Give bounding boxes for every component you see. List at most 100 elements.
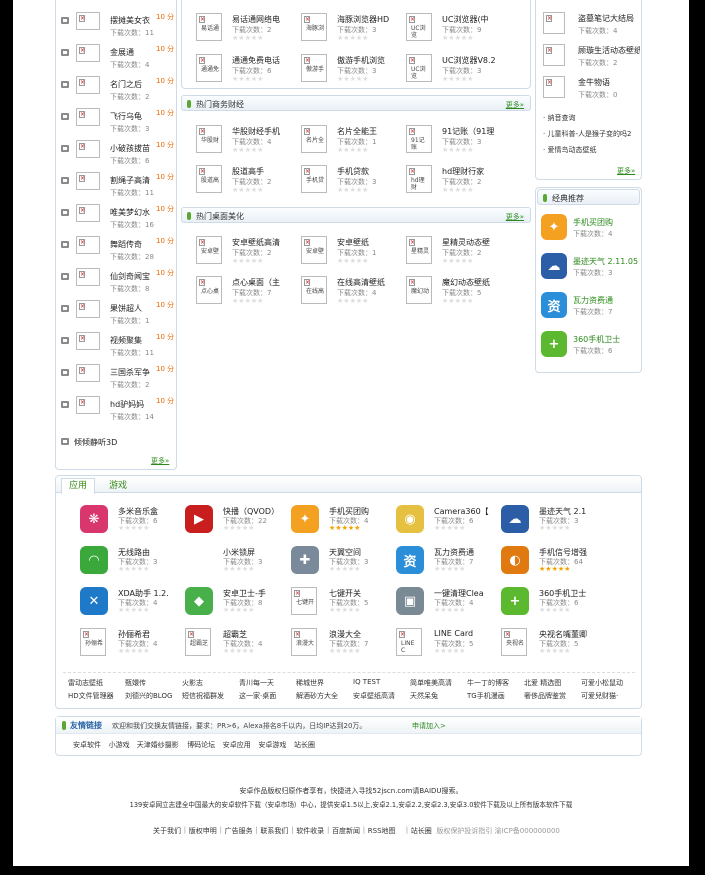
app-thumbnail[interactable]: × [76, 364, 100, 382]
app-thumbnail[interactable]: × 点心桌 [196, 276, 222, 304]
friend-link[interactable]: 站长圈 [294, 740, 315, 750]
right-link[interactable]: · 儿童科普-人是猴子变的吗2 [543, 129, 639, 139]
app-thumbnail[interactable]: × [76, 12, 100, 30]
app-thumbnail[interactable]: × hd理财 [406, 165, 432, 193]
app-thumbnail[interactable]: × 安卓壁 [301, 236, 327, 264]
app-name[interactable]: 名门之后 [110, 79, 156, 90]
app-thumbnail[interactable]: × [76, 300, 100, 318]
app-name[interactable]: 名片全能王 [337, 126, 409, 137]
app-icon[interactable]: ❋ [80, 505, 108, 533]
app-name[interactable]: LINE Card [434, 629, 500, 638]
app-name[interactable]: 91记账（91理 [442, 126, 514, 137]
tab-games[interactable]: 游戏 [101, 479, 135, 493]
app-thumbnail[interactable]: × 手机贷 [301, 165, 327, 193]
friend-link[interactable]: 安卓应用 [223, 740, 251, 750]
app-name[interactable]: 飞行乌龟 [110, 111, 156, 122]
tag-link[interactable]: 安卓壁纸高清 [353, 691, 409, 701]
friend-link[interactable]: 博码论坛 [187, 740, 215, 750]
app-thumbnail[interactable]: × 安卓壁 [196, 236, 222, 264]
app-name[interactable]: 金展通 [110, 47, 156, 58]
app-name[interactable]: 金牛物语 [578, 77, 640, 88]
tag-link[interactable]: 牛一丁的博客 [467, 678, 523, 688]
app-name[interactable]: 安卓壁纸 [337, 237, 409, 248]
tag-link[interactable]: 奢侈品牌鉴赏 [524, 691, 580, 701]
app-name[interactable]: 果饼超人 [110, 303, 156, 314]
app-thumbnail[interactable]: × 央视名 [501, 628, 527, 656]
app-icon[interactable]: ▶ [185, 505, 213, 533]
app-thumbnail[interactable]: × [76, 204, 100, 222]
left-more-link[interactable]: 更多» [151, 456, 169, 466]
footer-nav-link[interactable]: 站长圈 [411, 826, 432, 836]
tag-link[interactable]: HD文件管理器 [68, 691, 124, 701]
app-thumbnail[interactable]: × 易话通 [196, 13, 222, 41]
tag-link[interactable]: 可爱兒财猫· [581, 691, 637, 701]
app-thumbnail[interactable]: × [76, 396, 100, 414]
app-name[interactable]: 顾璇生活动态壁纸 [578, 45, 640, 56]
app-name[interactable]: hd驴妈妈 [110, 399, 156, 410]
friend-apply-link[interactable]: 申请加入> [412, 721, 446, 731]
app-thumbnail[interactable]: × 孙俪希 [80, 628, 106, 656]
app-name[interactable]: 三国杀军争 [110, 367, 156, 378]
app-icon[interactable]: ✦ [541, 214, 567, 240]
tag-link[interactable]: 天然呆兔 [410, 691, 466, 701]
app-name[interactable]: 星精灵动态壁 [442, 237, 514, 248]
app-thumbnail[interactable]: × [76, 332, 100, 350]
app-name[interactable]: 视频聚集 [110, 335, 156, 346]
app-thumbnail[interactable]: × [76, 172, 100, 190]
app-thumbnail[interactable]: × 名片全 [301, 125, 327, 153]
app-thumbnail[interactable]: × 在线高 [301, 276, 327, 304]
tag-link[interactable]: 稀城世界 [296, 678, 352, 688]
app-icon[interactable]: ✚ [291, 546, 319, 574]
app-icon[interactable]: + [541, 331, 567, 357]
app-thumbnail[interactable]: × UC浏览 [406, 54, 432, 82]
business-more-link[interactable]: 更多» [506, 100, 524, 110]
tag-link[interactable]: TG手机漫画 [467, 691, 523, 701]
app-name[interactable]: 傲游手机浏览 [337, 55, 409, 66]
footer-nav-link[interactable]: 联系我们 [260, 826, 288, 836]
app-thumbnail[interactable]: × [76, 108, 100, 126]
tag-link[interactable]: 雷动志壁纸 [68, 678, 124, 688]
app-thumbnail[interactable]: × 超霸芝 [185, 628, 211, 656]
right-link[interactable]: · 纳音查询 [543, 113, 639, 123]
app-icon[interactable]: ☁ [501, 505, 529, 533]
footer-nav-link[interactable]: 百度新闻 [332, 826, 360, 836]
tag-link[interactable]: 短信祝福群发 [182, 691, 238, 701]
app-thumbnail[interactable]: × LINE C [396, 628, 422, 656]
left-last-item[interactable]: 倾倾静听3D [61, 436, 173, 448]
app-name[interactable]: hd理财行家 [442, 166, 514, 177]
tag-link[interactable]: 甄嬛传 [125, 678, 181, 688]
app-thumbnail[interactable]: × 七键开 [291, 587, 317, 615]
app-name[interactable]: 手机买团购 [573, 217, 641, 228]
desktop-more-link[interactable]: 更多» [506, 212, 524, 222]
tag-link[interactable]: 这一家·桌面 [239, 691, 295, 701]
app-name[interactable]: 墨迹天气 2.11.05 [573, 256, 641, 267]
footer-nav-link[interactable]: 广告服务 [225, 826, 253, 836]
app-icon[interactable]: ▣ [396, 587, 424, 615]
app-name[interactable]: 小破孩拔苗 [110, 143, 156, 154]
app-icon[interactable]: ◠ [80, 546, 108, 574]
app-icon[interactable]: ◆ [185, 587, 213, 615]
app-icon[interactable]: + [501, 587, 529, 615]
tab-apps[interactable]: 应用 [61, 478, 95, 494]
app-name[interactable]: 华股财经手机 [232, 126, 304, 137]
app-thumbnail[interactable]: × [543, 76, 565, 98]
tag-link[interactable]: 解酒砂方大全 [296, 691, 352, 701]
app-thumbnail[interactable]: × [76, 44, 100, 62]
app-thumbnail[interactable]: × [543, 44, 565, 66]
friend-link[interactable]: 小游戏 [109, 740, 130, 750]
app-name[interactable]: 割绳子高清 [110, 175, 156, 186]
tag-link[interactable]: 刘德兴的BLOG [125, 691, 181, 701]
app-name[interactable]: 魔幻动态壁纸 [442, 277, 514, 288]
app-name[interactable]: 仙剑奇闻宝 [110, 271, 156, 282]
app-thumbnail[interactable]: × 股道高 [196, 165, 222, 193]
footer-nav-link[interactable]: 软件收录 [296, 826, 324, 836]
right-link[interactable]: · 爱情鸟动态壁纸 [543, 145, 639, 155]
tag-link[interactable]: 青川每一天 [239, 678, 295, 688]
app-icon[interactable]: ✕ [80, 587, 108, 615]
app-icon[interactable]: ◐ [501, 546, 529, 574]
friend-link[interactable]: 天津婚纱摄影 [137, 740, 179, 750]
app-icon[interactable]: ◉ [396, 505, 424, 533]
tag-link[interactable]: IQ TEST [353, 678, 409, 686]
app-thumbnail[interactable]: × 魔幻动 [406, 276, 432, 304]
app-name[interactable]: 易话通网络电 [232, 14, 304, 25]
